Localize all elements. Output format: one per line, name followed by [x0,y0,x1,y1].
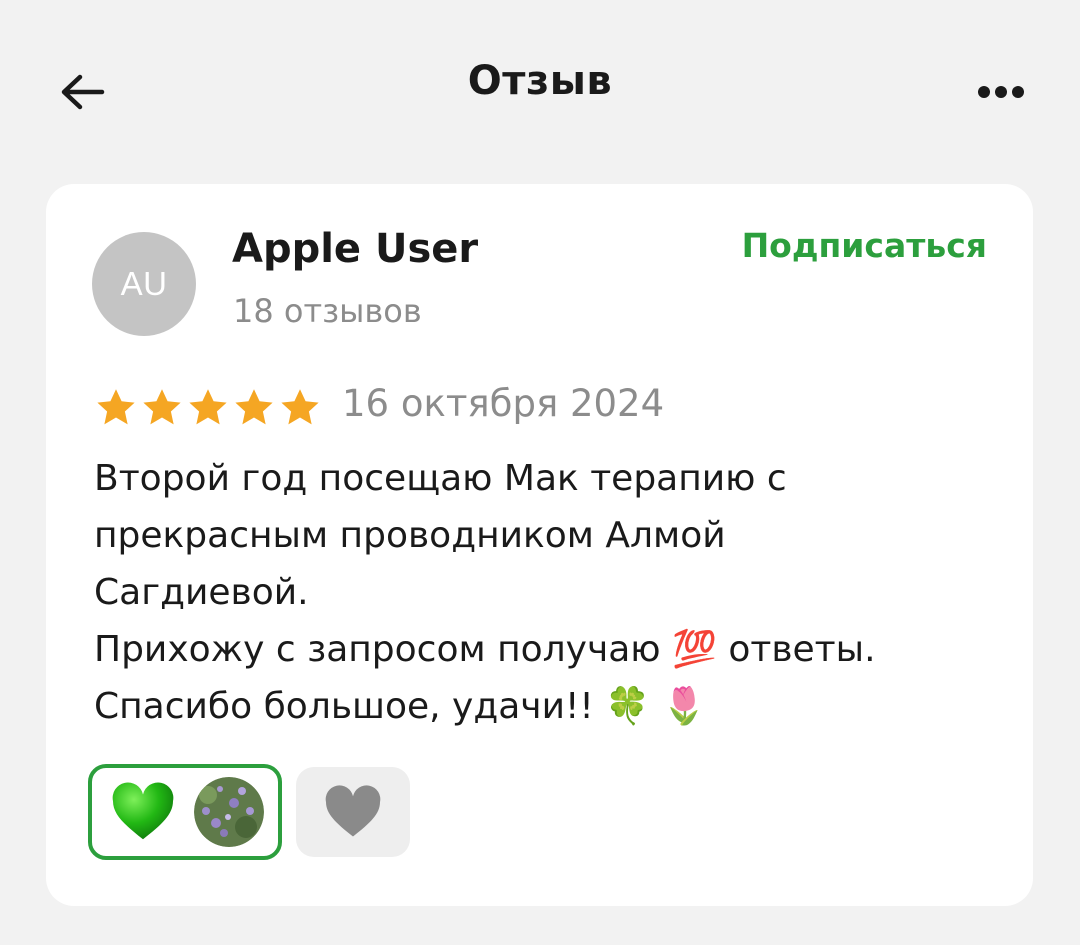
reactions-row [88,764,410,860]
more-button[interactable] [968,68,1034,116]
subscribe-button[interactable]: Подписаться [742,226,987,265]
add-reaction-button[interactable] [296,767,410,857]
heart-icon [325,785,381,837]
review-body: Второй год посещаю Мак терапию с прекрас… [94,450,994,735]
author-review-count: 18 отзывов [233,292,422,330]
green-heart-reaction[interactable] [88,764,282,860]
review-text-line: Прихожу с запросом получаю 💯 ответы. [94,629,876,670]
page-title: Отзыв [467,58,613,104]
star-icon [97,389,135,425]
review-text-line: Спасибо большое, удачи!! 🍀 🌷 [94,686,707,727]
avatar[interactable]: AU [92,232,196,336]
top-bar: Отзыв [0,0,1080,180]
more-dots-icon [978,86,1024,98]
star-icon [143,389,181,425]
star-rating [94,386,322,430]
star-icon [281,389,319,425]
review-text-line: прекрасным проводником Алмой [94,515,726,556]
star-icon [235,389,273,425]
green-heart-icon [112,782,174,840]
reactor-avatar [194,777,264,847]
review-text-line: Второй год посещаю Мак терапию с [94,458,787,499]
avatar-initials: AU [120,265,168,302]
review-date: 16 октября 2024 [342,382,665,425]
star-icon [189,389,227,425]
author-name[interactable]: Apple User [232,226,478,272]
review-text-line: Сагдиевой. [94,572,309,613]
review-card: AU Apple User 18 отзывов Подписаться 16 … [46,184,1033,906]
